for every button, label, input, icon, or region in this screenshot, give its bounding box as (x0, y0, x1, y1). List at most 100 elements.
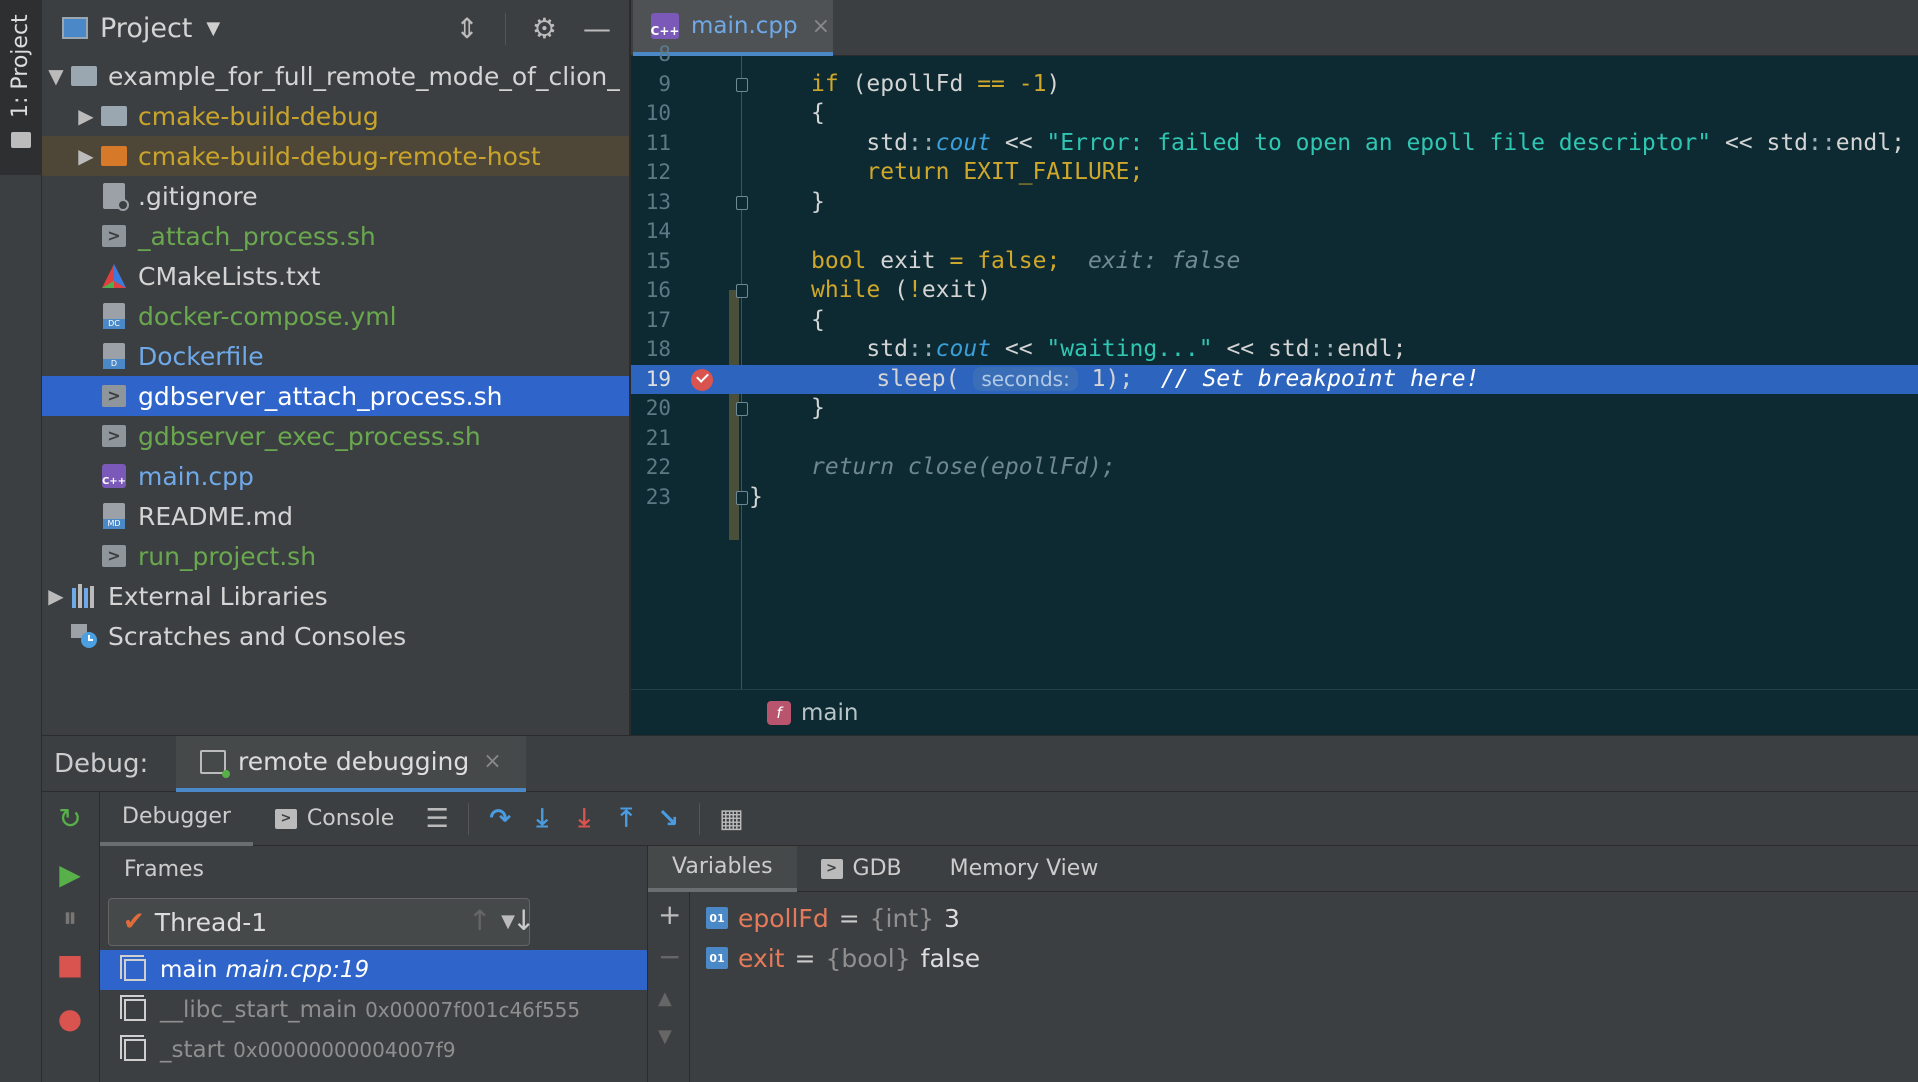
collapse-all-icon[interactable]: ⇕ (455, 12, 478, 45)
remove-watch-icon[interactable]: − (658, 940, 681, 973)
code-line[interactable]: 10 { (631, 99, 1918, 129)
code-line[interactable]: 16 while (!exit) (631, 276, 1918, 306)
rerun-icon[interactable]: ↻ (54, 802, 86, 835)
menu-lines-icon[interactable]: ☰ (416, 799, 458, 839)
variable-row[interactable]: 01 epollFd = {int} 3 (706, 898, 960, 938)
code-text: { (811, 306, 825, 333)
evaluate-expression-icon[interactable]: ▦ (710, 799, 752, 839)
code-line[interactable]: 14 (631, 217, 1918, 247)
editor-tab-label: main.cpp (691, 13, 798, 39)
tree-item[interactable]: D Dockerfile (42, 336, 629, 376)
variable-type: {bool} (825, 943, 911, 973)
view-breakpoints-icon[interactable]: ● (54, 1002, 86, 1035)
tab-variables-label: Variables (672, 854, 773, 879)
close-icon[interactable]: × (812, 14, 830, 39)
step-over-icon[interactable]: ↷ (479, 799, 521, 839)
code-line[interactable]: 15 bool exit = false; exit: false (631, 247, 1918, 277)
close-icon[interactable]: × (483, 749, 501, 774)
shell-script-icon: > (100, 423, 128, 449)
chevron-right-icon[interactable]: ▶ (72, 144, 100, 168)
tree-item[interactable]: .gitignore (42, 176, 629, 216)
fold-marker-icon[interactable] (736, 284, 748, 298)
terminal-icon: > (274, 808, 297, 829)
fold-marker-icon[interactable] (736, 490, 748, 505)
tab-variables[interactable]: Variables (648, 846, 797, 892)
chevron-right-icon[interactable]: ▶ (42, 584, 70, 608)
tree-item[interactable]: Scratches and Consoles (42, 616, 629, 656)
debug-session-tab[interactable]: remote debugging × (176, 735, 526, 792)
fold-marker-icon[interactable] (736, 402, 748, 416)
gear-icon[interactable]: ⚙ (532, 12, 557, 45)
resume-icon[interactable]: ▶ (54, 858, 86, 891)
add-watch-icon[interactable]: + (658, 898, 681, 931)
tab-gdb[interactable]: > GDB (797, 846, 926, 892)
step-out-icon[interactable]: ⤒ (605, 799, 647, 839)
variable-row[interactable]: 01 exit = {bool} false (706, 938, 980, 978)
fold-marker-icon[interactable] (736, 77, 748, 92)
current-execution-line[interactable]: 19 sleep( seconds: 1); // Set breakpoint… (631, 364, 1918, 394)
tree-item[interactable]: > run_project.sh (42, 536, 629, 576)
variable-name: epollFd (738, 903, 829, 933)
project-panel-title[interactable]: Project (100, 13, 192, 44)
tree-item[interactable]: CMakeLists.txt (42, 256, 629, 296)
code-line[interactable]: 13} (631, 188, 1918, 218)
code-line[interactable]: 9 if (epollFd == -1) (631, 70, 1918, 100)
tree-item[interactable]: ▶ cmake-build-debug-remote-host (42, 136, 629, 176)
code-line[interactable]: 23} (631, 483, 1918, 513)
code-line[interactable]: 17 { (631, 306, 1918, 336)
code-line[interactable]: 12 return EXIT_FAILURE; (631, 158, 1918, 188)
tree-item[interactable]: C++ main.cpp (42, 456, 629, 496)
tree-item[interactable]: MD README.md (42, 496, 629, 536)
code-line[interactable]: 18 std::cout << "waiting..." << std::end… (631, 335, 1918, 365)
frame-row[interactable]: _start 0x00000000004007f9 (100, 1030, 647, 1070)
frame-row[interactable]: __libc_start_main 0x00007f001c46f555 (100, 990, 647, 1030)
breadcrumb-item-main[interactable]: main (801, 700, 858, 726)
arrow-up-icon[interactable]: ↑ (468, 904, 491, 937)
minimize-icon[interactable]: — (583, 12, 611, 45)
arrow-down-icon[interactable]: ↓ (512, 904, 535, 937)
project-tool-window-label: 1: Project (8, 14, 33, 118)
gitignore-file-icon (100, 183, 129, 211)
tree-item[interactable]: > gdbserver_exec_process.sh (42, 416, 629, 456)
chevron-right-icon[interactable]: ▶ (72, 104, 100, 128)
tree-item[interactable]: ▼ example_for_full_remote_mode_of_clion_ (42, 56, 629, 96)
toolbar-separator (699, 802, 701, 835)
tab-debugger[interactable]: Debugger (100, 792, 253, 846)
tree-item[interactable]: ▶ External Libraries (42, 576, 629, 616)
function-icon: f (767, 700, 791, 725)
libraries-icon (70, 583, 98, 609)
code-line[interactable]: 22 return close(epollFd); (631, 453, 1918, 483)
code-line[interactable]: 21 (631, 424, 1918, 454)
variable-type: {int} (869, 903, 935, 933)
project-tool-window-tab[interactable]: 1: Project (0, 0, 42, 175)
code-text: std::cout << "waiting..." << std::endl; (811, 336, 1407, 362)
tree-item[interactable]: DC docker-compose.yml (42, 296, 629, 336)
tree-item-label: cmake-build-debug-remote-host (138, 141, 541, 171)
breakpoint-icon[interactable] (691, 368, 713, 391)
tab-memory-view[interactable]: Memory View (926, 846, 1123, 892)
code-line[interactable]: 8 (631, 40, 1918, 70)
tree-item[interactable]: > gdbserver_attach_process.sh (42, 376, 629, 416)
code-area[interactable]: 8 9 if (epollFd == -1) 10{11 std::cout << "… (631, 42, 1918, 689)
stop-icon[interactable]: ■ (54, 948, 86, 981)
code-line[interactable]: 11 std::cout << "Error: failed to open a… (631, 129, 1918, 159)
terminal-icon: > (820, 858, 843, 879)
tab-console[interactable]: > Console (253, 792, 416, 846)
pause-icon[interactable]: ⏸ (54, 901, 86, 934)
frame-row[interactable]: main main.cpp:19 (100, 950, 647, 990)
force-step-into-icon[interactable]: ⤓ (563, 799, 605, 839)
tree-item[interactable]: > _attach_process.sh (42, 216, 629, 256)
thread-select[interactable]: ✔ Thread-1 ▼ (108, 898, 530, 946)
code-text: { (811, 100, 825, 126)
fold-marker-icon[interactable] (736, 195, 748, 210)
chevron-down-icon[interactable]: ▼ (42, 64, 70, 88)
move-down-icon[interactable]: ▼ (658, 1026, 672, 1047)
code-text: while (!exit) (811, 277, 992, 303)
step-into-icon[interactable]: ⤓ (521, 799, 563, 839)
chevron-down-icon[interactable]: ▼ (206, 18, 220, 39)
move-up-icon[interactable]: ▲ (658, 988, 672, 1009)
code-line[interactable]: 20} (631, 394, 1918, 424)
debug-panel-header: Debug: remote debugging × (42, 735, 1918, 792)
tree-item[interactable]: ▶ cmake-build-debug (42, 96, 629, 136)
run-to-cursor-icon[interactable]: ↘ (647, 799, 689, 839)
